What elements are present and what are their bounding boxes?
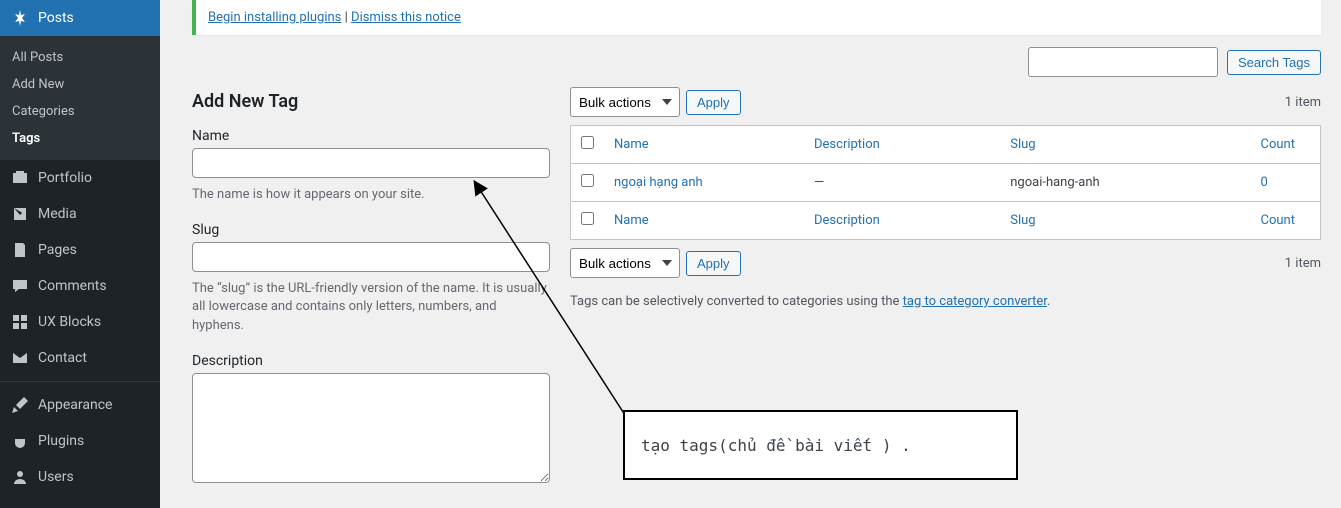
converter-pre: Tags can be selectively converted to cat… [570,294,903,309]
row-count-link[interactable]: 0 [1261,175,1268,190]
sidebar-item-pages[interactable]: Pages [0,232,160,268]
form-title: Add New Tag [192,91,550,112]
table-row: ngoại hạng anh — ngoai-hang-anh 0 [571,164,1321,202]
tablenav-bottom: Bulk actions Apply 1 item [570,248,1321,278]
col-description-foot[interactable]: Description [804,202,1000,240]
sidebar-item-contact[interactable]: Contact [0,340,160,376]
begin-install-link[interactable]: Begin installing plugins [208,10,341,25]
apply-button-bottom[interactable]: Apply [686,251,741,276]
sidebar-label: Appearance [38,397,112,413]
sidebar-item-media[interactable]: Media [0,196,160,232]
comments-icon [10,276,30,296]
sidebar-label: Plugins [38,433,84,449]
bulk-actions-select-bottom[interactable]: Bulk actions [570,248,680,278]
media-icon [10,204,30,224]
col-count[interactable]: Count [1251,126,1321,164]
sidebar-item-posts[interactable]: Posts [0,0,160,36]
sidebar-label: Pages [38,242,77,258]
portfolio-icon [10,168,30,188]
dismiss-notice-link[interactable]: Dismiss this notice [351,10,461,25]
converter-post: . [1047,294,1050,309]
select-all-top[interactable] [581,136,594,149]
sidebar-item-plugins[interactable]: Plugins [0,423,160,459]
brush-icon [10,395,30,415]
col-slug[interactable]: Slug [1000,126,1250,164]
tags-table: Name Description Slug Count ngoại hạng a… [570,125,1321,240]
posts-submenu: All Posts Add New Categories Tags [0,36,160,160]
submenu-categories[interactable]: Categories [0,98,160,125]
col-name[interactable]: Name [604,126,804,164]
converter-help: Tags can be selectively converted to cat… [570,294,1321,309]
name-help: The name is how it appears on your site. [192,186,550,204]
sidebar-label: Comments [38,278,107,294]
sidebar-label: Portfolio [38,170,92,186]
row-slug: ngoai-hang-anh [1000,164,1250,202]
select-all-bottom[interactable] [581,212,594,225]
row-checkbox[interactable] [581,174,594,187]
search-controls: Search Tags [180,47,1321,77]
col-count-foot[interactable]: Count [1251,202,1321,240]
sidebar-item-uxblocks[interactable]: UX Blocks [0,304,160,340]
slug-label: Slug [192,222,550,238]
menu-separator [0,381,160,382]
sidebar-item-portfolio[interactable]: Portfolio [0,160,160,196]
sidebar-item-appearance[interactable]: Appearance [0,387,160,423]
blocks-icon [10,312,30,332]
submenu-add-new[interactable]: Add New [0,71,160,98]
slug-help: The “slug” is the URL-friendly version o… [192,280,550,335]
bulk-actions-select[interactable]: Bulk actions [570,87,680,117]
col-name-foot[interactable]: Name [604,202,804,240]
tag-slug-input[interactable] [192,242,550,272]
sidebar-label: UX Blocks [38,314,101,330]
tag-description-input[interactable] [192,373,550,483]
notice-separator: | [341,10,351,25]
tag-name-input[interactable] [192,148,550,178]
sidebar-label: Users [38,469,74,485]
converter-link[interactable]: tag to category converter [903,294,1047,309]
submenu-all-posts[interactable]: All Posts [0,44,160,71]
apply-button-top[interactable]: Apply [686,90,741,115]
annotation-note: tạo tags(chủ đề bài viết ) . [623,410,1018,480]
sidebar-label: Posts [38,10,74,26]
description-label: Description [192,353,550,369]
sidebar-label: Contact [38,350,87,366]
search-tags-button[interactable]: Search Tags [1227,50,1321,75]
pages-icon [10,240,30,260]
sidebar-item-users[interactable]: Users [0,459,160,495]
sidebar-label: Media [38,206,77,222]
items-count-top: 1 item [1285,95,1321,110]
sidebar-item-comments[interactable]: Comments [0,268,160,304]
name-label: Name [192,128,550,144]
submenu-tags[interactable]: Tags [0,125,160,152]
annotation-text: tạo tags(chủ đề bài viết ) . [641,436,911,455]
users-icon [10,467,30,487]
col-slug-foot[interactable]: Slug [1000,202,1250,240]
col-description[interactable]: Description [804,126,1000,164]
plug-icon [10,431,30,451]
tag-name-link[interactable]: ngoại hạng anh [614,175,703,190]
envelope-icon [10,348,30,368]
pin-icon [10,8,30,28]
admin-sidebar: Posts All Posts Add New Categories Tags … [0,0,160,508]
add-tag-form: Add New Tag Name The name is how it appe… [180,87,550,487]
install-notice: Begin installing plugins | Dismiss this … [192,0,1321,35]
row-description: — [804,164,1000,202]
items-count-bottom: 1 item [1285,256,1321,271]
tablenav-top: Bulk actions Apply 1 item [570,87,1321,117]
search-input[interactable] [1028,47,1218,77]
